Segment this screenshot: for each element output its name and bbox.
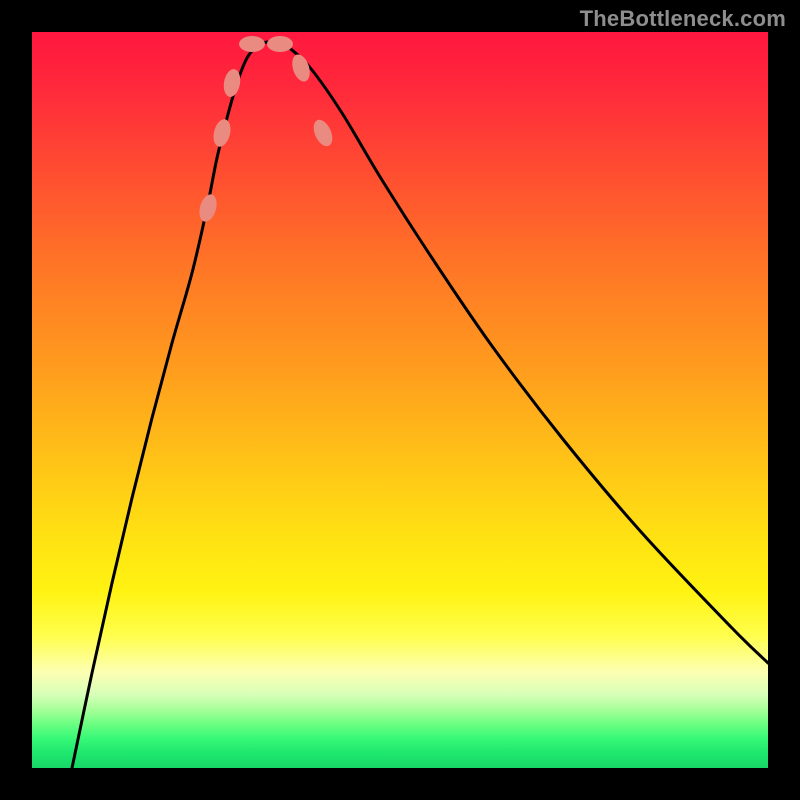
- marker-right-upper: [310, 117, 336, 149]
- marker-left-upper: [196, 192, 219, 223]
- marker-bottom-right: [267, 36, 293, 52]
- bottleneck-curve-svg: [32, 32, 768, 768]
- chart-frame: TheBottleneck.com: [0, 0, 800, 800]
- marker-left-mid: [211, 117, 233, 148]
- watermark-text: TheBottleneck.com: [580, 6, 786, 32]
- curve-markers: [196, 36, 336, 224]
- bottleneck-curve: [72, 42, 768, 768]
- marker-bottom-left: [239, 36, 265, 52]
- plot-area: [32, 32, 768, 768]
